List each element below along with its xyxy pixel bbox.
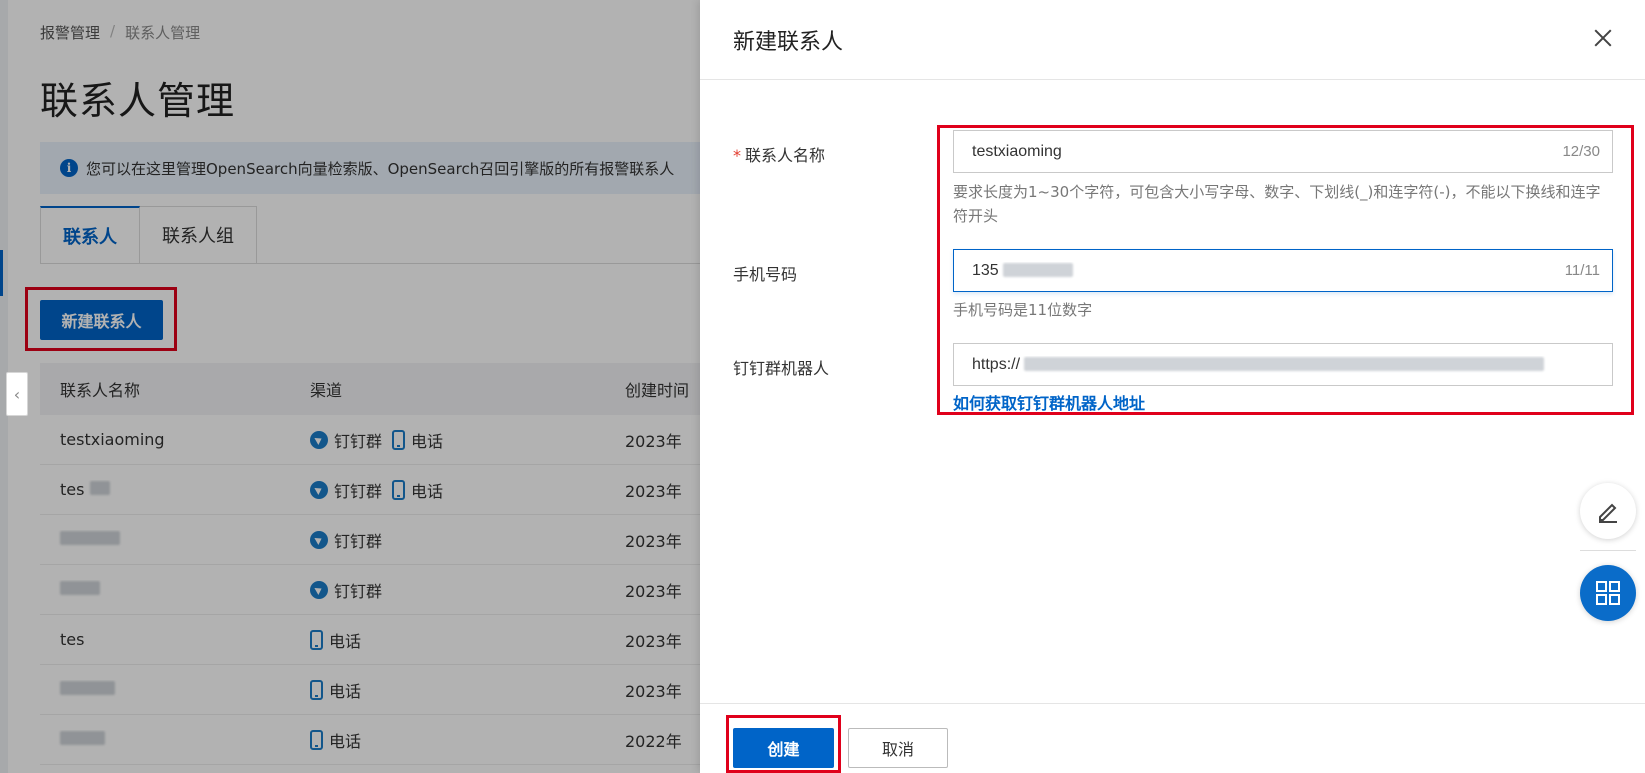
phone-help: 手机号码是11位数字 [953, 301, 1093, 319]
cancel-button[interactable]: 取消 [848, 728, 948, 768]
required-mark: * [733, 146, 741, 165]
phone-input[interactable]: 135 11/11 [953, 249, 1613, 292]
phone-label: 手机号码 [733, 265, 798, 284]
phone-value: 135 [972, 262, 1565, 280]
contact-name-value: testxiaoming [972, 142, 1062, 160]
contact-name-label: * 联系人名称 [733, 146, 826, 165]
drawer-header: 新建联系人 [700, 0, 1645, 80]
close-icon[interactable] [1591, 26, 1615, 50]
dingtalk-robot-label: 钉钉群机器人 [733, 359, 830, 378]
contact-name-help: 要求长度为1~30个字符，可包含大小写字母、数字、下划线(_)和连字符(-)，不… [953, 183, 1601, 225]
apps-float-button[interactable] [1580, 565, 1636, 621]
char-counter: 11/11 [1564, 262, 1600, 279]
char-counter: 12/30 [1562, 143, 1600, 160]
chevron-left-icon: ‹ [13, 384, 21, 404]
redacted-block [1003, 263, 1074, 278]
grid-icon [1596, 581, 1620, 605]
contact-name-input[interactable]: testxiaoming 12/30 [953, 130, 1613, 173]
collapse-sidebar-button[interactable]: ‹ [6, 372, 28, 416]
drawer-footer: 创建 取消 [700, 703, 1645, 773]
create-button[interactable]: 创建 [733, 728, 834, 768]
edit-float-button[interactable] [1580, 483, 1636, 539]
dingtalk-robot-value: https:// [972, 356, 1600, 374]
dingtalk-robot-input[interactable]: https:// [953, 343, 1613, 386]
dingtalk-help-link[interactable]: 如何获取钉钉群机器人地址 [953, 390, 1145, 414]
drawer-title: 新建联系人 [733, 29, 844, 55]
float-divider [1580, 550, 1636, 551]
new-contact-drawer: 新建联系人 * 联系人名称 testxiaoming 12/30 要求长度为1~3… [700, 0, 1645, 773]
edit-icon [1599, 503, 1617, 523]
redacted-block [1024, 357, 1545, 372]
